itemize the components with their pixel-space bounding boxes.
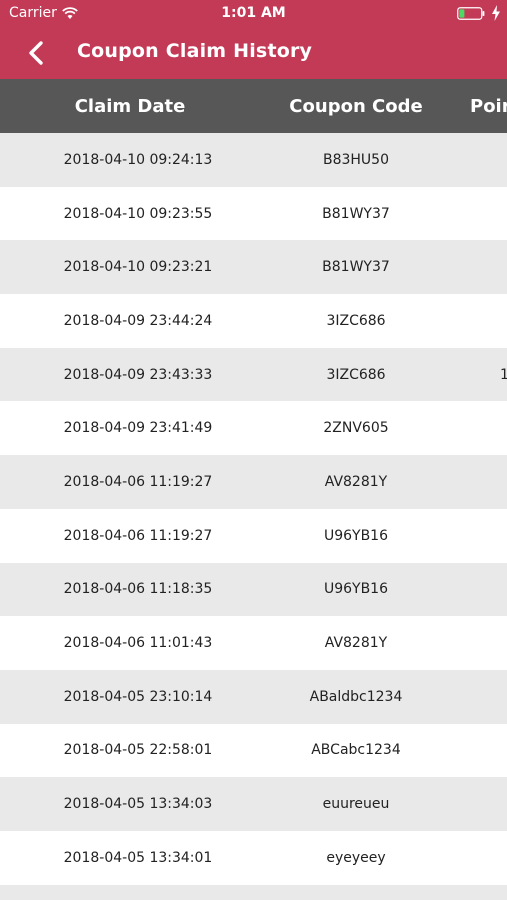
claim-date-cell: 2018-04-06 11:18:35 xyxy=(63,581,213,598)
coupon-code-cell: 3IZC686 xyxy=(326,312,386,329)
coupon-code-cell: U96YB16 xyxy=(323,581,389,598)
claim-date-cell: 2018-04-05 13:34:01 xyxy=(63,849,213,866)
coupon-code-cell: U96YB16 xyxy=(323,527,389,544)
coupon-code-cell: ABCabc1234 xyxy=(311,742,401,759)
status-time: 1:01 AM xyxy=(221,5,286,21)
claim-date-cell: 2018-04-09 23:44:24 xyxy=(63,312,213,329)
claim-history-list[interactable]: 2018-04-10 09:24:13 B83HU50 2018-04-10 0… xyxy=(0,133,507,900)
claim-date-cell: 2018-04-05 13:34:03 xyxy=(63,796,213,813)
table-row xyxy=(0,884,507,900)
table-row: 2018-04-10 09:23:55 B81WY37 xyxy=(0,186,507,241)
coupon-code-cell: ABaldbc1234 xyxy=(309,688,403,705)
coupon-code-cell: euureueu xyxy=(322,796,390,813)
claim-date-cell: 2018-04-09 23:43:33 xyxy=(63,366,213,383)
claim-date-cell: 2018-04-06 11:01:43 xyxy=(63,635,213,652)
status-bar: Carrier 1:01 AM xyxy=(0,0,507,28)
coupon-code-cell: eyeyeey xyxy=(326,849,386,866)
table-row: 2018-04-06 11:01:43 AV8281Y xyxy=(0,616,507,670)
coupon-code-cell: B81WY37 xyxy=(322,259,390,276)
table-row: 2018-04-05 23:10:14 ABaldbc1234 xyxy=(0,669,507,724)
table-row: 2018-04-06 11:18:35 U96YB16 xyxy=(0,562,507,617)
table-row: 2018-04-10 09:23:21 B81WY37 xyxy=(0,240,507,295)
table-row: 2018-04-06 11:19:27 AV8281Y xyxy=(0,455,507,509)
claim-date-cell: 2018-04-05 22:58:01 xyxy=(63,742,213,759)
column-header-coupon-code: Coupon Code xyxy=(289,96,423,117)
coupon-code-cell: B83HU50 xyxy=(322,151,389,168)
coupon-code-cell: B81WY37 xyxy=(322,205,390,222)
table-row: 2018-04-05 13:34:01 eyeyeey xyxy=(0,830,507,885)
table-row: 2018-04-09 23:41:49 2ZNV605 xyxy=(0,401,507,456)
table-row: 2018-04-05 22:58:01 ABCabc1234 xyxy=(0,723,507,778)
column-header-points: Poir xyxy=(470,96,507,117)
claim-date-cell: 2018-04-10 09:24:13 xyxy=(63,151,213,168)
navigation-bar: Coupon Claim History xyxy=(0,28,507,79)
coupon-code-cell: AV8281Y xyxy=(324,473,388,490)
table-row: 2018-04-10 09:24:13 B83HU50 xyxy=(0,133,507,187)
points-cell: 1 xyxy=(500,366,507,383)
coupon-code-cell: AV8281Y xyxy=(324,635,388,652)
table-row: 2018-04-06 11:19:27 U96YB16 xyxy=(0,508,507,563)
bolt-icon xyxy=(492,5,500,21)
table-row: 2018-04-05 13:34:03 euureueu xyxy=(0,777,507,831)
table-header: Claim Date Coupon Code Poir xyxy=(0,79,507,133)
back-button[interactable] xyxy=(24,38,50,68)
battery-icon xyxy=(457,7,485,20)
claim-date-cell: 2018-04-10 09:23:55 xyxy=(63,205,213,222)
coupon-code-cell: 3IZC686 xyxy=(326,366,386,383)
table-row: 2018-04-09 23:44:24 3IZC686 xyxy=(0,294,507,348)
coupon-code-cell: 2ZNV605 xyxy=(323,420,389,437)
page-title: Coupon Claim History xyxy=(77,40,313,62)
claim-date-cell: 2018-04-06 11:19:27 xyxy=(63,473,213,490)
column-header-claim-date: Claim Date xyxy=(74,96,186,117)
claim-date-cell: 2018-04-10 09:23:21 xyxy=(63,259,213,276)
claim-date-cell: 2018-04-09 23:41:49 xyxy=(63,420,213,437)
claim-date-cell: 2018-04-05 23:10:14 xyxy=(63,688,213,705)
table-row: 2018-04-09 23:43:33 3IZC686 1 xyxy=(0,347,507,402)
claim-date-cell: 2018-04-06 11:19:27 xyxy=(63,527,213,544)
